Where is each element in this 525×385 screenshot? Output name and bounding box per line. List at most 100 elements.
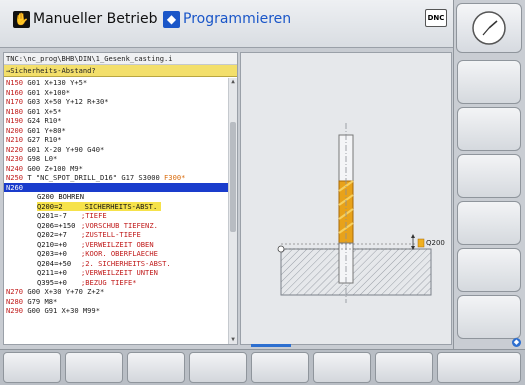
- graphic-param-label: Q200: [426, 239, 445, 247]
- cycle-param[interactable]: Q202=+7 ;ZUSTELL-TIEFE: [4, 230, 228, 240]
- param-code: Q201=-7: [37, 211, 67, 220]
- softkey-4[interactable]: [189, 352, 247, 383]
- line-text: G01 X+130 Y+5*: [23, 78, 88, 87]
- scroll-up-icon[interactable]: ▲: [229, 78, 237, 86]
- param-comment: ;VERWEILZEIT UNTEN: [81, 268, 158, 277]
- param-code: Q200=2: [37, 201, 85, 211]
- program-line[interactable]: N230 G98 L0*: [4, 154, 228, 164]
- line-number: N180: [6, 106, 24, 116]
- line-number: N190: [6, 116, 24, 125]
- softkey-2[interactable]: [65, 352, 123, 383]
- line-number: N220: [6, 144, 24, 154]
- mode-programming[interactable]: ◆ Programmieren: [163, 9, 291, 29]
- line-number: N260: [6, 182, 24, 192]
- softkey-8[interactable]: [437, 352, 521, 383]
- clock-icon: [472, 11, 506, 45]
- side-softkey-6[interactable]: [457, 295, 521, 339]
- param-code: Q202=+7: [37, 230, 67, 239]
- line-text: G79 M8*: [23, 296, 58, 306]
- cycle-param[interactable]: Q211=+0 ;VERWEILZEIT UNTEN: [4, 268, 228, 278]
- param-comment: ;KOOR. OBERFLAECHE: [81, 249, 158, 258]
- side-softkey-5[interactable]: [457, 248, 521, 292]
- param-code: Q206=+150: [37, 220, 76, 230]
- param-code: Q210=+0: [37, 239, 67, 249]
- param-code: Q211=+0: [37, 268, 67, 277]
- program-line[interactable]: N240 G00 Z+100 M9*: [4, 164, 228, 174]
- line-text: G03 X+50 Y+12 R+30*: [23, 97, 109, 106]
- param-code: Q203=+0: [37, 249, 67, 258]
- dnc-icon: DNC: [425, 9, 447, 27]
- line-text: G01 Y+80*: [23, 125, 66, 135]
- softkey-6[interactable]: [313, 352, 371, 383]
- line-number: N160: [6, 87, 24, 97]
- workpiece-shape: [280, 248, 432, 296]
- line-number: N150: [6, 78, 24, 87]
- param-code: Q395=+0: [37, 277, 67, 287]
- side-softkey-2[interactable]: [457, 107, 521, 151]
- line-text: G27 R10*: [23, 135, 62, 144]
- param-comment: ;ZUSTELL-TIEFE: [81, 230, 141, 239]
- side-softkey-3[interactable]: [457, 154, 521, 198]
- line-number: N230: [6, 154, 24, 163]
- program-line[interactable]: N180 G01 X+5*: [4, 107, 228, 117]
- cycle-param[interactable]: Q201=-7 ;TIEFE: [4, 211, 228, 221]
- softkey-5[interactable]: [251, 352, 309, 383]
- softkey-page-indicator-icon: ◆: [512, 338, 521, 347]
- param-code: Q204=+50: [37, 258, 72, 268]
- program-line[interactable]: N150 G01 X+130 Y+5*: [4, 78, 228, 88]
- program-lines: N150 G01 X+130 Y+5* N160 G01 X+100* N170…: [4, 78, 228, 316]
- program-editor[interactable]: TNC:\nc_prog\BHB\DIN\1_Gesenk_casting.i …: [3, 52, 238, 345]
- program-line-current[interactable]: N260: [4, 182, 228, 192]
- scroll-down-icon[interactable]: ▼: [229, 336, 237, 344]
- line-text: G98 L0*: [23, 154, 58, 163]
- mode-manual-operation[interactable]: ✋ Manueller Betrieb: [13, 9, 157, 29]
- param-comment: ;2. SICHERHEITS-ABST.: [81, 258, 171, 268]
- line-text: G01 X+5*: [23, 106, 62, 116]
- program-line[interactable]: N200 G01 Y+80*: [4, 126, 228, 136]
- cycle-param[interactable]: Q204=+50 ;2. SICHERHEITS-ABST.: [4, 259, 228, 269]
- side-softkey-1[interactable]: [457, 60, 521, 104]
- program-line[interactable]: N280 G79 M8*: [4, 297, 228, 307]
- program-line[interactable]: N250 T "NC_SPOT_DRILL_D16" G17 S3000 F30…: [4, 173, 228, 183]
- program-line[interactable]: N170 G03 X+50 Y+12 R+30*: [4, 97, 228, 107]
- program-scrollbar[interactable]: ▲ ▼: [228, 78, 237, 344]
- program-line[interactable]: N210 G27 R10*: [4, 135, 228, 145]
- program-path: TNC:\nc_prog\BHB\DIN\1_Gesenk_casting.i: [4, 53, 237, 65]
- header-bar: ✋ Manueller Betrieb ◆ Programmieren DNC: [0, 0, 453, 48]
- param-comment: ;BEZUG TIEFE*: [81, 277, 137, 287]
- clock-widget: [456, 3, 522, 53]
- scrollbar-thumb[interactable]: [230, 122, 236, 232]
- help-graphic-panel: Q200: [240, 52, 452, 345]
- cycle-param-active[interactable]: Q200=2 SICHERHEITS-ABST.: [4, 201, 228, 211]
- softkey-3[interactable]: [127, 352, 185, 383]
- param-comment: ;TIEFE: [81, 211, 107, 220]
- param-comment: SICHERHEITS-ABST.: [84, 201, 162, 211]
- param-comment: ;VERWEILZEIT OBEN: [81, 239, 154, 249]
- line-text: G00 X+30 Y+70 Z+2*: [23, 287, 105, 296]
- cycle-param[interactable]: Q203=+0 ;KOOR. OBERFLAECHE: [4, 249, 228, 259]
- line-text: G01 X+100*: [23, 87, 71, 97]
- line-number: N280: [6, 296, 24, 306]
- side-softkey-4[interactable]: [457, 201, 521, 245]
- line-number: N170: [6, 97, 24, 106]
- program-line[interactable]: N220 G01 X-20 Y+90 G40*: [4, 145, 228, 155]
- program-line[interactable]: N290 G00 G91 X+30 M99*: [4, 306, 228, 316]
- cycle-param[interactable]: Q210=+0 ;VERWEILZEIT OBEN: [4, 240, 228, 250]
- program-line[interactable]: N160 G01 X+100*: [4, 88, 228, 98]
- param-marker-icon: [417, 238, 425, 248]
- line-number: N210: [6, 135, 24, 144]
- line-number: N290: [6, 306, 24, 315]
- softkey-7[interactable]: [375, 352, 433, 383]
- program-line[interactable]: N190 G24 R10*: [4, 116, 228, 126]
- line-number: N240: [6, 163, 24, 173]
- line-number: N200: [6, 125, 24, 135]
- program-line[interactable]: N270 G00 X+30 Y+70 Z+2*: [4, 287, 228, 297]
- line-text: G01 X-20 Y+90 G40*: [23, 144, 105, 154]
- cycle-title: G200 BOHREN: [37, 192, 84, 201]
- softkey-1[interactable]: [3, 352, 61, 383]
- drilling-cycle-graphic: [277, 123, 432, 303]
- programming-icon: ◆: [163, 10, 180, 28]
- cycle-param[interactable]: Q206=+150 ;VORSCHUB TIEFENZ.: [4, 221, 228, 231]
- line-number: N270: [6, 287, 24, 296]
- cycle-param[interactable]: Q395=+0 ;BEZUG TIEFE*: [4, 278, 228, 288]
